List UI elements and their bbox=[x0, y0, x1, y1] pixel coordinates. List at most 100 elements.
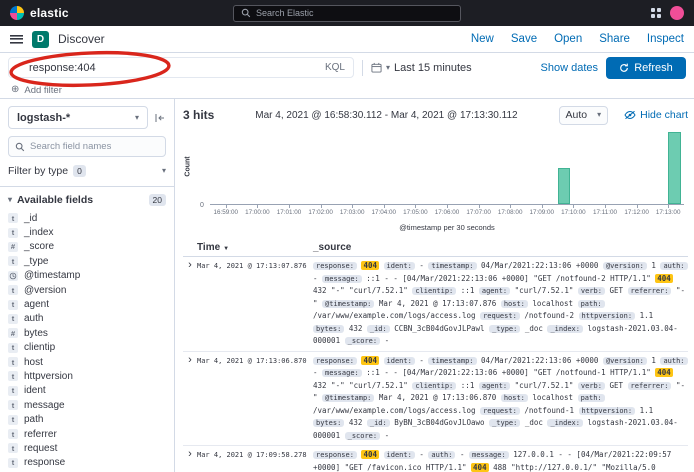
refresh-button[interactable]: Refresh bbox=[606, 57, 686, 79]
field-item-auth[interactable]: tauth bbox=[8, 312, 166, 326]
field-item-httpversion[interactable]: thttpversion bbox=[8, 369, 166, 383]
field-item-ident[interactable]: tident bbox=[8, 384, 166, 398]
number-field-icon: # bbox=[8, 328, 18, 338]
tick-mark bbox=[321, 204, 322, 208]
field-item-_score[interactable]: #_score bbox=[8, 240, 166, 254]
brand-name: elastic bbox=[30, 6, 69, 20]
nav-action-save[interactable]: Save bbox=[511, 33, 537, 45]
highlight-mark: 404 bbox=[471, 463, 489, 472]
string-field-icon: t bbox=[8, 213, 18, 223]
source-field-badge: response: bbox=[313, 451, 357, 459]
tick-mark bbox=[415, 204, 416, 208]
date-picker-button[interactable]: ▾ Last 15 minutes bbox=[371, 62, 472, 74]
field-item-response[interactable]: tresponse bbox=[8, 456, 166, 470]
time-column-header[interactable]: Time▼ bbox=[197, 242, 313, 253]
highlight-mark: 404 bbox=[361, 261, 379, 270]
field-item-_type[interactable]: t_type bbox=[8, 254, 166, 268]
string-field-icon: t bbox=[8, 343, 18, 353]
query-language-button[interactable]: KQL bbox=[325, 62, 345, 73]
user-avatar[interactable] bbox=[670, 6, 684, 20]
source-field-badge: verb: bbox=[578, 287, 605, 295]
field-list: t_idt_index#_scoret_type@timestampt@vers… bbox=[8, 211, 166, 472]
documents-table: Time▼ _source ›Mar 4, 2021 @ 17:13:07.87… bbox=[183, 240, 688, 472]
interval-select[interactable]: Auto ▾ bbox=[559, 106, 609, 125]
string-field-icon: t bbox=[8, 357, 18, 367]
field-item-host[interactable]: thost bbox=[8, 355, 166, 369]
table-header-row: Time▼ _source bbox=[183, 240, 688, 257]
highlight-mark: 404 bbox=[361, 450, 379, 459]
field-item-referrer[interactable]: treferrer bbox=[8, 427, 166, 441]
nav-action-new[interactable]: New bbox=[471, 33, 494, 45]
interval-value: Auto bbox=[566, 109, 588, 121]
index-pattern-select[interactable]: logstash-* ▾ bbox=[8, 106, 148, 129]
field-name: ident bbox=[24, 385, 46, 396]
available-fields-header[interactable]: ▾ Available fields 20 bbox=[8, 194, 166, 206]
eye-slash-icon bbox=[624, 110, 636, 120]
histogram-bar[interactable] bbox=[558, 168, 570, 204]
field-search-input[interactable]: Search field names bbox=[8, 136, 166, 157]
header-actions bbox=[651, 6, 684, 20]
field-search-placeholder: Search field names bbox=[30, 141, 111, 152]
expand-row-icon[interactable]: › bbox=[183, 355, 197, 366]
string-field-icon: t bbox=[8, 314, 18, 324]
expand-row-icon[interactable]: › bbox=[183, 260, 197, 271]
chart-plot-area[interactable] bbox=[210, 132, 684, 205]
collapse-sidebar-icon[interactable] bbox=[154, 112, 166, 124]
expand-row-icon[interactable]: › bbox=[183, 449, 197, 460]
table-row: ›Mar 4, 2021 @ 17:13:06.870response: 404… bbox=[183, 352, 688, 447]
field-item-_index[interactable]: t_index bbox=[8, 225, 166, 239]
menu-icon[interactable] bbox=[10, 35, 23, 44]
string-field-icon: t bbox=[8, 415, 18, 425]
divider bbox=[0, 186, 174, 187]
add-filter-button[interactable]: Add filter bbox=[24, 85, 62, 96]
nav-action-inspect[interactable]: Inspect bbox=[647, 33, 684, 45]
time-range-title: Mar 4, 2021 @ 16:58:30.112 - Mar 4, 2021… bbox=[214, 110, 558, 121]
field-item-message[interactable]: t message bbox=[8, 398, 166, 412]
date-field-icon bbox=[8, 271, 18, 281]
string-field-icon: t bbox=[8, 371, 18, 381]
field-name: message bbox=[24, 400, 65, 411]
nav-action-open[interactable]: Open bbox=[554, 33, 582, 45]
field-item-agent[interactable]: tagent bbox=[8, 297, 166, 311]
apps-icon[interactable] bbox=[651, 8, 661, 18]
field-name: _index bbox=[24, 227, 53, 238]
tick-mark bbox=[384, 204, 385, 208]
query-input[interactable]: response:404 KQL bbox=[8, 57, 354, 78]
field-item-_id[interactable]: t_id bbox=[8, 211, 166, 225]
source-field-badge: path: bbox=[578, 300, 605, 308]
source-field-badge: ident: bbox=[384, 262, 415, 270]
field-name: response bbox=[24, 457, 65, 468]
field-name: @timestamp bbox=[24, 270, 80, 281]
nav-action-share[interactable]: Share bbox=[599, 33, 630, 45]
source-field-badge: @version: bbox=[603, 262, 647, 270]
string-field-icon: t bbox=[8, 400, 18, 410]
show-dates-button[interactable]: Show dates bbox=[541, 62, 598, 74]
elastic-logo-icon[interactable] bbox=[10, 6, 24, 20]
field-item-path[interactable]: tpath bbox=[8, 412, 166, 426]
x-tick-label: 17:12:00 bbox=[624, 209, 649, 216]
filter-by-type-button[interactable]: Filter by type 0 ▾ bbox=[8, 165, 166, 177]
field-item-@timestamp[interactable]: @timestamp bbox=[8, 269, 166, 283]
tick-mark bbox=[510, 204, 511, 208]
histogram-bar[interactable] bbox=[668, 132, 680, 204]
field-item-clientip[interactable]: tclientip bbox=[8, 341, 166, 355]
nav-actions: New Save Open Share Inspect bbox=[471, 33, 684, 45]
tick-mark bbox=[542, 204, 543, 208]
table-row: ›Mar 4, 2021 @ 17:09:58.278response: 404… bbox=[183, 446, 688, 472]
tick-mark bbox=[573, 204, 574, 208]
string-field-icon: t bbox=[8, 429, 18, 439]
hide-chart-button[interactable]: Hide chart bbox=[624, 109, 688, 121]
field-name: bytes bbox=[24, 328, 48, 339]
field-name: _type bbox=[24, 256, 48, 267]
tick-mark bbox=[637, 204, 638, 208]
global-search-placeholder: Search Elastic bbox=[256, 8, 314, 18]
global-search-input[interactable]: Search Elastic bbox=[233, 5, 461, 22]
x-tick-label: 17:13:00 bbox=[656, 209, 681, 216]
fields-sidebar: logstash-* ▾ Search field names Filter b… bbox=[0, 99, 175, 472]
source-field-badge: agent: bbox=[479, 287, 510, 295]
field-item-request[interactable]: trequest bbox=[8, 441, 166, 455]
field-item-@version[interactable]: t@version bbox=[8, 283, 166, 297]
field-item-bytes[interactable]: # bytes bbox=[8, 326, 166, 340]
source-field-badge: bytes: bbox=[313, 419, 344, 427]
sort-descending-icon: ▼ bbox=[223, 246, 229, 252]
